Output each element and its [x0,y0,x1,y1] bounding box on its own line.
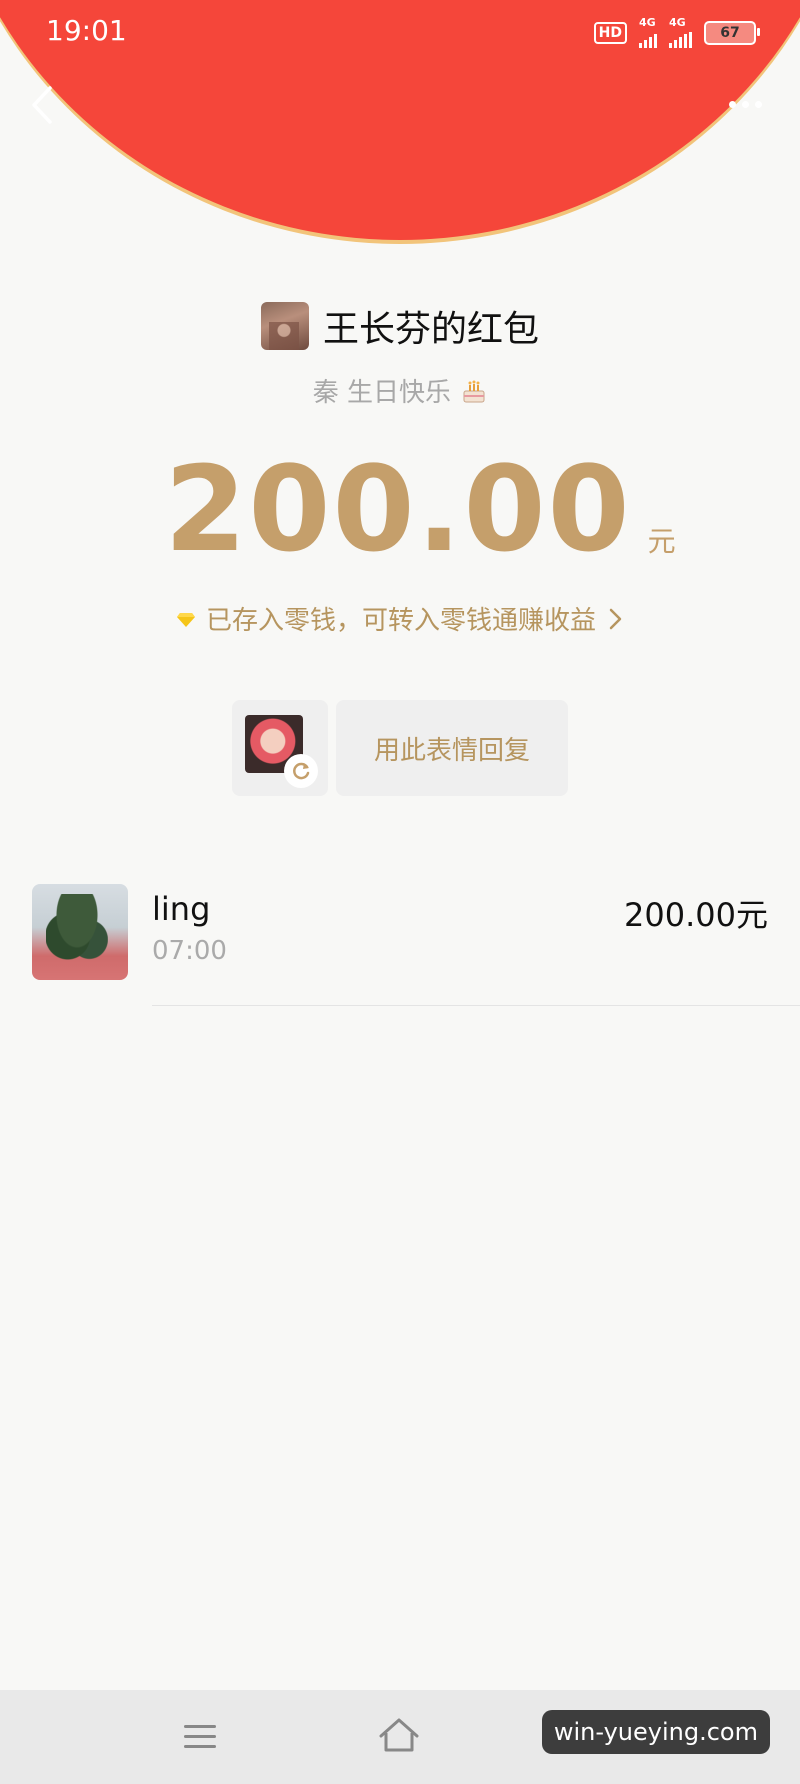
status-bar: 19:01 HD 4G 4G 67 [0,0,800,64]
status-time: 19:01 [46,14,127,47]
change-notice-text: 已存入零钱，可转入零钱通赚收益 [205,606,596,636]
system-nav-bar: win-yueying.com [0,1690,800,1784]
chevron-right-icon [609,608,622,629]
red-packet-detail-page: 19:01 HD 4G 4G 67 王长芬的红包 秦 生日快乐 200.00 元… [0,0,800,1784]
back-button[interactable] [20,80,70,130]
chevron-left-icon [32,86,52,124]
network-label: 4G [669,16,686,29]
receive-time: 07:00 [152,936,227,966]
signal-icon: 4G [669,16,692,48]
packet-title: 王长芬的红包 [322,309,539,350]
amount-unit: 元 [647,525,676,558]
blessing-text: 秦 生日快乐 [0,372,800,409]
menu-icon[interactable] [182,1720,218,1754]
battery-level: 67 [720,25,740,41]
signal-icon: 4G [639,16,657,48]
status-icons: HD 4G 4G 67 [593,16,760,48]
emoji-sticker-preview[interactable] [232,700,328,796]
list-item[interactable]: ling 07:00 200.00元 [0,870,800,1006]
divider [152,1005,800,1006]
receiver-list: ling 07:00 200.00元 [0,870,800,1006]
change-notice-link[interactable]: 已存入零钱，可转入零钱通赚收益 [0,600,800,637]
avatar[interactable] [32,884,128,980]
home-icon[interactable] [378,1716,420,1756]
sender-row: 王长芬的红包 [0,300,800,352]
diamond-icon [176,612,195,627]
cake-icon [463,380,485,403]
network-label: 4G [639,16,656,29]
more-button[interactable] [720,92,770,116]
refresh-icon[interactable] [284,754,318,788]
receive-amount: 200.00元 [624,896,768,934]
blessing-label: 秦 生日快乐 [312,378,451,408]
battery-icon: 67 [704,21,760,45]
sender-avatar[interactable] [260,302,309,350]
receiver-name: ling [152,890,211,928]
amount-row: 200.00 元 [0,450,800,568]
reply-row: 用此表情回复 [232,700,568,796]
amount-value: 200.00 [164,440,632,578]
reply-with-sticker-button[interactable]: 用此表情回复 [336,700,568,796]
more-dots-icon [728,100,736,108]
hd-badge: HD [593,22,627,44]
watermark-text: win-yueying.com [541,1710,770,1754]
